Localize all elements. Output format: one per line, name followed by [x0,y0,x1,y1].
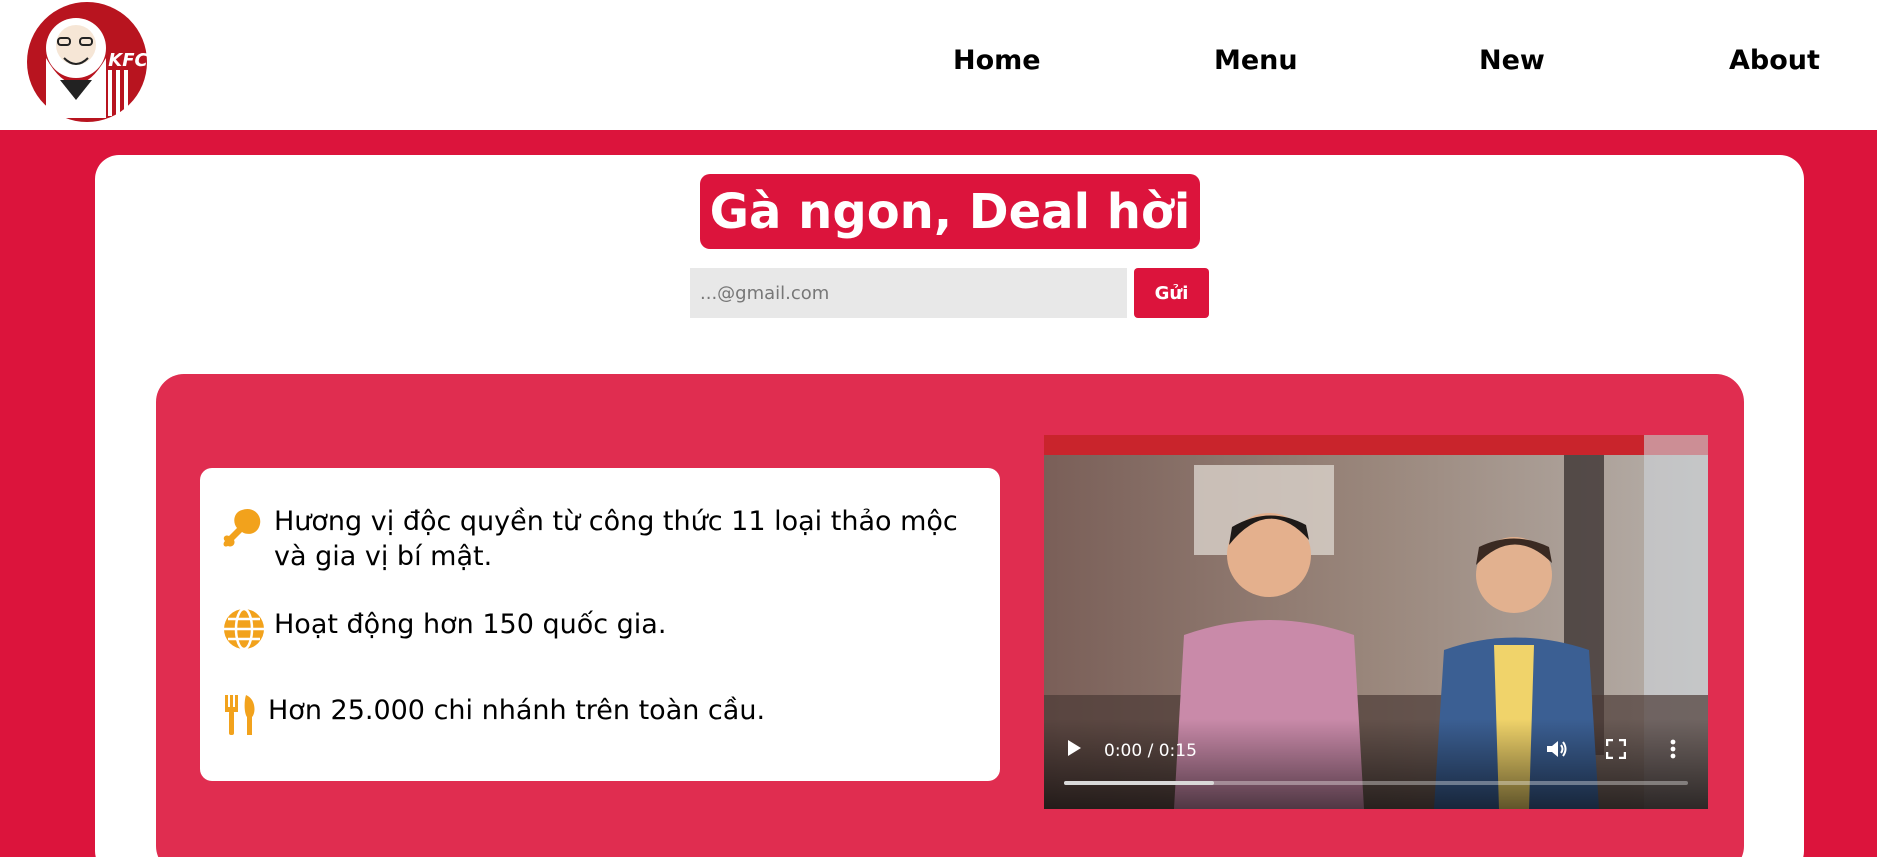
nav-home-link[interactable]: Home [953,45,1041,76]
video-time: 0:00 / 0:15 [1104,741,1197,761]
feature-item-recipe: Hương vị độc quyền từ công thức 11 loại … [222,504,982,574]
globe-icon [222,607,266,660]
volume-icon[interactable] [1546,739,1568,763]
nav-new-link[interactable]: New [1479,45,1545,76]
hero-title: Gà ngon, Deal hời [700,174,1200,249]
logo-text: KFC [108,50,148,71]
play-icon[interactable] [1066,739,1082,761]
feature-text: Hương vị độc quyền từ công thức 11 loại … [274,506,958,572]
promo-video[interactable]: 0:00 / 0:15 [1044,435,1708,809]
fork-knife-icon [222,693,260,746]
page: KFC Home Menu New About Gà ngon, Deal hờ… [0,0,1877,857]
chicken-drumstick-icon [222,504,266,561]
nav-menu-link[interactable]: Menu [1214,45,1298,76]
more-options-icon[interactable] [1670,739,1676,763]
feature-text: Hơn 25.000 chi nhánh trên toàn cầu. [268,695,766,726]
feature-item-branches: Hơn 25.000 chi nhánh trên toàn cầu. [222,693,982,746]
video-progress-fill [1064,781,1214,785]
send-button[interactable]: Gửi [1134,268,1209,318]
feature-item-countries: Hoạt động hơn 150 quốc gia. [222,607,982,660]
email-input[interactable] [690,268,1127,318]
video-progress-bar[interactable] [1064,781,1688,785]
fullscreen-icon[interactable] [1605,738,1627,763]
video-controls [1044,719,1708,809]
site-header: KFC Home Menu New About [0,0,1877,130]
kfc-logo[interactable]: KFC [24,0,150,124]
nav-about-link[interactable]: About [1729,45,1820,76]
feature-text: Hoạt động hơn 150 quốc gia. [274,609,667,640]
